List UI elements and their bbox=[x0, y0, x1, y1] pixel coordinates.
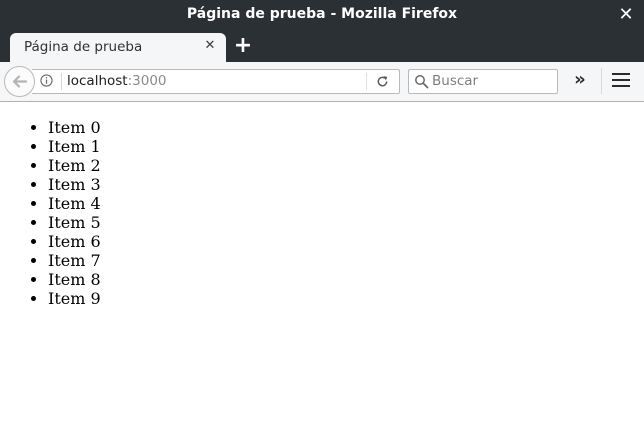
tab-label: Página de prueba bbox=[24, 39, 143, 55]
new-tab-button[interactable]: + bbox=[232, 34, 254, 58]
url-input[interactable]: localhost:3000 bbox=[67, 73, 167, 89]
list-item: Item 7 bbox=[48, 251, 101, 270]
list-item: Item 1 bbox=[48, 137, 101, 156]
navigation-toolbar: localhost:3000 Buscar » bbox=[0, 62, 644, 102]
toolbar-separator bbox=[601, 68, 602, 94]
reload-icon[interactable] bbox=[376, 75, 389, 88]
chevron-double-right-icon[interactable]: » bbox=[568, 70, 592, 92]
list-item: Item 6 bbox=[48, 232, 101, 251]
search-icon bbox=[415, 75, 429, 89]
back-button[interactable] bbox=[4, 66, 35, 97]
reload-separator bbox=[366, 73, 367, 90]
url-host: localhost bbox=[67, 73, 128, 89]
list-item: Item 4 bbox=[48, 194, 101, 213]
list-item: Item 2 bbox=[48, 156, 101, 175]
list-item: Item 8 bbox=[48, 270, 101, 289]
tab-active[interactable]: Página de prueba ✕ bbox=[10, 33, 226, 62]
list-item: Item 0 bbox=[48, 118, 101, 137]
search-bar[interactable]: Buscar bbox=[408, 69, 558, 94]
page-content: Item 0 Item 1 Item 2 Item 3 Item 4 Item … bbox=[0, 102, 644, 433]
item-list: Item 0 Item 1 Item 2 Item 3 Item 4 Item … bbox=[48, 118, 101, 308]
tab-strip: Página de prueba ✕ bbox=[0, 31, 644, 62]
url-separator bbox=[61, 73, 62, 90]
back-arrow-icon bbox=[12, 75, 28, 88]
url-port: :3000 bbox=[127, 73, 167, 89]
window-close-button[interactable]: ✕ bbox=[616, 4, 636, 26]
window-titlebar: Página de prueba - Mozilla Firefox ✕ bbox=[0, 0, 644, 31]
list-item: Item 3 bbox=[48, 175, 101, 194]
url-bar[interactable]: localhost:3000 bbox=[32, 69, 400, 94]
hamburger-menu-icon[interactable] bbox=[612, 73, 630, 89]
close-icon[interactable]: ✕ bbox=[202, 38, 218, 54]
window-title: Página de prueba - Mozilla Firefox bbox=[186, 6, 458, 22]
list-item: Item 9 bbox=[48, 289, 101, 308]
search-input[interactable]: Buscar bbox=[432, 73, 478, 89]
info-icon[interactable] bbox=[40, 74, 53, 87]
list-item: Item 5 bbox=[48, 213, 101, 232]
